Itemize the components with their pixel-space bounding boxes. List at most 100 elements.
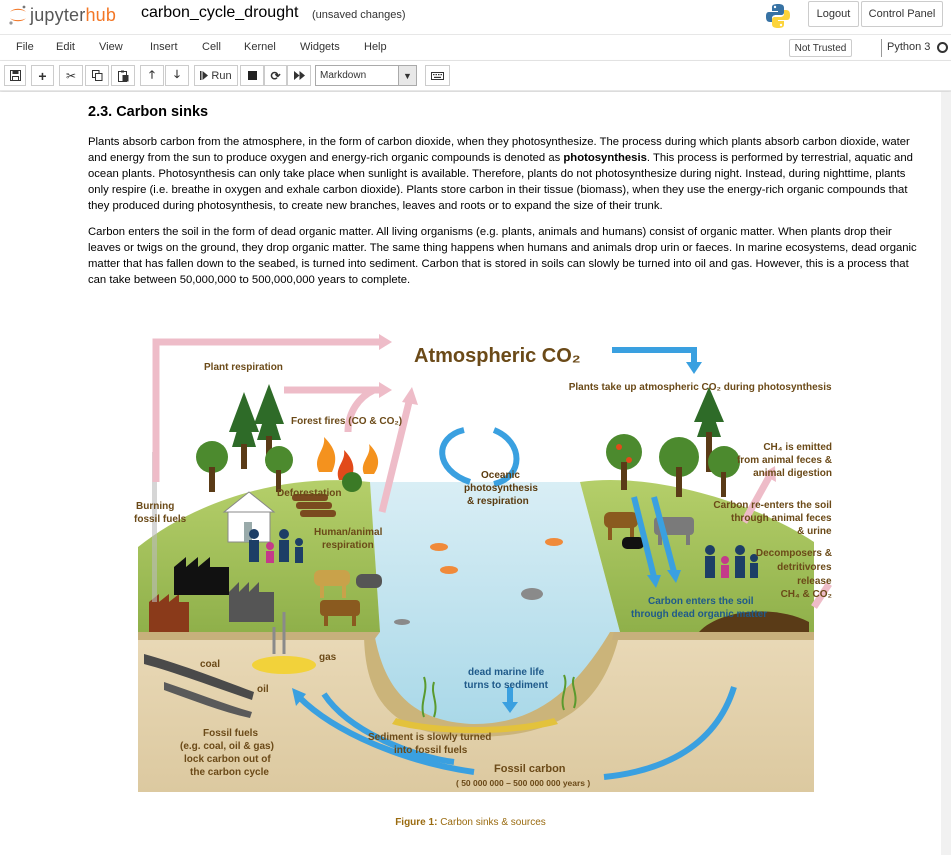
label-ch4-2: from animal feces & bbox=[737, 455, 832, 466]
kernel-separator bbox=[881, 39, 882, 57]
label-atmospheric-co2: Atmospheric CO₂ bbox=[414, 345, 581, 367]
copy-button[interactable] bbox=[85, 65, 109, 86]
copy-icon bbox=[91, 70, 102, 81]
header: jupyterhub carbon_cycle_drought (unsaved… bbox=[0, 0, 951, 34]
interrupt-button[interactable] bbox=[240, 65, 264, 86]
label-reenter-3: & urine bbox=[797, 526, 832, 537]
fast-forward-icon bbox=[293, 71, 305, 80]
jupyterhub-logo[interactable]: jupyterhub bbox=[8, 4, 116, 26]
forest-left bbox=[196, 384, 293, 492]
menu-view[interactable]: View bbox=[99, 41, 123, 53]
label-plant-respiration: Plant respiration bbox=[204, 362, 283, 373]
label-burning-1: Burning bbox=[136, 501, 174, 512]
kernel-idle-icon bbox=[937, 42, 948, 53]
not-trusted-button[interactable]: Not Trusted bbox=[789, 39, 852, 57]
jupyter-logo-icon bbox=[9, 5, 26, 25]
menu-insert[interactable]: Insert bbox=[150, 41, 178, 53]
restart-icon: ⟳ bbox=[270, 68, 281, 83]
label-soil-1: Carbon enters the soil bbox=[648, 596, 754, 607]
arrow-down-icon: 🡓 bbox=[174, 69, 180, 81]
cut-icon: ✂ bbox=[65, 68, 77, 83]
label-marine-2: turns to sediment bbox=[464, 680, 549, 691]
label-oceanic-1: Oceanic bbox=[481, 470, 520, 481]
label-human-resp-2: respiration bbox=[322, 540, 374, 551]
control-panel-button[interactable]: Control Panel bbox=[861, 1, 943, 27]
paste-icon bbox=[117, 70, 128, 82]
paste-button[interactable] bbox=[111, 65, 135, 86]
label-deforestation: Deforestation bbox=[277, 488, 341, 499]
menu-edit[interactable]: Edit bbox=[56, 41, 75, 53]
notebook-title[interactable]: carbon_cycle_drought bbox=[141, 4, 298, 22]
insert-cell-button[interactable]: + bbox=[31, 65, 54, 86]
run-label: Run bbox=[211, 69, 232, 82]
menu-cell[interactable]: Cell bbox=[202, 41, 221, 53]
label-burning-2: fossil fuels bbox=[134, 514, 187, 525]
menu-widgets[interactable]: Widgets bbox=[300, 41, 340, 53]
toolbar: + ✂ 🡑 🡓 Run ⟳ Markdown ▼ bbox=[0, 61, 951, 91]
label-decomp-3: release bbox=[797, 576, 832, 587]
label-gas: gas bbox=[319, 652, 337, 663]
markdown-cell[interactable]: 2.3. Carbon sinks Plants absorb carbon f… bbox=[88, 104, 918, 298]
logo-text: jupyterhub bbox=[30, 4, 117, 25]
label-fossil-2: (e.g. coal, oil & gas) bbox=[180, 741, 274, 752]
label-ch4-3: animal digestion bbox=[753, 468, 832, 479]
figure-caption: Figure 1: Carbon sinks & sources bbox=[395, 817, 546, 828]
notebook-page: 2.3. Carbon sinks Plants absorb carbon f… bbox=[0, 92, 941, 855]
python-logo-icon bbox=[766, 4, 790, 28]
stop-icon bbox=[247, 71, 257, 80]
label-human-resp-1: Human/animal bbox=[314, 527, 383, 538]
paragraph-soil-carbon: Carbon enters the soil in the form of de… bbox=[88, 226, 917, 286]
notebook-area[interactable]: 2.3. Carbon sinks Plants absorb carbon f… bbox=[0, 92, 951, 855]
label-oceanic-2: photosynthesis bbox=[464, 483, 538, 494]
label-coal: coal bbox=[200, 659, 220, 670]
label-ch4-1: CH₄ is emitted bbox=[763, 442, 832, 453]
kernel-name: Python 3 bbox=[887, 41, 931, 53]
restart-button[interactable]: ⟳ bbox=[264, 65, 287, 86]
save-icon bbox=[9, 70, 21, 81]
label-fossil-4: the carbon cycle bbox=[190, 767, 269, 778]
keyboard-icon bbox=[431, 71, 444, 80]
label-oil: oil bbox=[257, 684, 269, 695]
label-plant-uptake: Plants take up atmospheric CO₂ during ph… bbox=[569, 382, 832, 393]
arrow-up-icon: 🡑 bbox=[149, 69, 155, 81]
save-status: (unsaved changes) bbox=[312, 9, 406, 21]
paragraph-photosynthesis: Plants absorb carbon from the atmosphere… bbox=[88, 136, 913, 212]
chevron-down-icon: ▼ bbox=[398, 66, 416, 85]
label-fossil-carbon: Fossil carbon bbox=[494, 763, 566, 775]
label-reenter-2: through animal feces bbox=[731, 513, 832, 524]
menu-kernel[interactable]: Kernel bbox=[244, 41, 276, 53]
label-marine-1: dead marine life bbox=[468, 667, 545, 678]
scrollbar[interactable] bbox=[941, 92, 951, 855]
step-forward-icon bbox=[200, 71, 209, 80]
carbon-cycle-figure: Atmospheric CO₂ Plant respiration Plants… bbox=[134, 334, 832, 792]
menubar: File Edit View Insert Cell Kernel Widget… bbox=[0, 34, 951, 61]
plus-icon: + bbox=[38, 67, 47, 84]
forest-right bbox=[606, 387, 740, 497]
logout-button[interactable]: Logout bbox=[808, 1, 859, 27]
section-heading: 2.3. Carbon sinks bbox=[88, 104, 209, 120]
label-sediment-1: Sediment is slowly turned bbox=[368, 732, 491, 743]
label-sediment-2: into fossil fuels bbox=[394, 745, 468, 756]
cell-type-value: Markdown bbox=[320, 70, 367, 81]
label-fossil-3: lock carbon out of bbox=[184, 754, 271, 765]
label-decomp-2: detritivores bbox=[777, 562, 832, 573]
save-button[interactable] bbox=[4, 65, 26, 86]
menu-file[interactable]: File bbox=[16, 41, 34, 53]
label-soil-2: through dead organic matter bbox=[631, 609, 767, 620]
move-down-button[interactable]: 🡓 bbox=[165, 65, 189, 86]
label-reenter-1: Carbon re-enters the soil bbox=[713, 500, 832, 511]
menu-help[interactable]: Help bbox=[364, 41, 387, 53]
restart-run-all-button[interactable] bbox=[287, 65, 311, 86]
label-decomp-4: CH₄ & CO₂ bbox=[781, 589, 832, 600]
cell-type-select[interactable]: Markdown ▼ bbox=[315, 65, 417, 86]
command-palette-button[interactable] bbox=[425, 65, 450, 86]
label-oceanic-3: & respiration bbox=[467, 496, 529, 507]
oil-deposit bbox=[252, 656, 316, 674]
move-up-button[interactable]: 🡑 bbox=[140, 65, 164, 86]
label-fossil-1: Fossil fuels bbox=[203, 728, 258, 739]
label-decomp-1: Decomposers & bbox=[756, 548, 832, 559]
label-fossil-years: ( 50 000 000 – 500 000 000 years ) bbox=[456, 778, 590, 788]
label-forest-fires: Forest fires (CO & CO₂) bbox=[291, 416, 402, 427]
run-button[interactable]: Run bbox=[194, 65, 238, 86]
cut-button[interactable]: ✂ bbox=[59, 65, 83, 86]
